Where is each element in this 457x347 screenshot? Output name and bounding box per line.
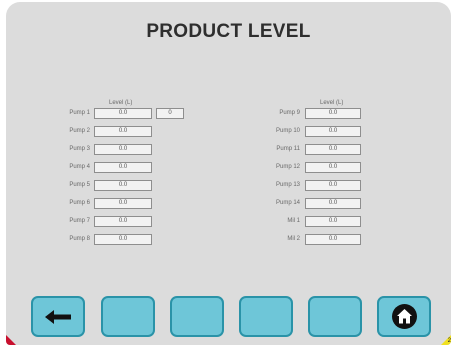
home-button[interactable]	[377, 296, 431, 337]
level-value-field[interactable]: 0.0	[94, 144, 152, 155]
level-value-field[interactable]: 0.0	[305, 144, 361, 155]
pump-label: Mil 2	[287, 236, 300, 242]
level-row: Pump 6	[40, 198, 90, 209]
level-row: Mil 2	[250, 234, 300, 245]
level-row: Pump 9	[250, 108, 300, 119]
pump-label: Pump 12	[275, 164, 300, 170]
level-row: Pump 10	[250, 126, 300, 137]
level-row: Mil 1	[250, 216, 300, 227]
level-extra-field[interactable]: 0	[156, 108, 184, 119]
level-value-field[interactable]: 0.0	[305, 162, 361, 173]
level-value-field[interactable]: 0.0	[94, 126, 152, 137]
level-value-field[interactable]: 0.0	[305, 180, 361, 191]
level-row: Pump 7	[40, 216, 90, 227]
page-indicator: 2	[447, 338, 451, 344]
pump-label: Pump 2	[69, 128, 90, 134]
blank-button-3[interactable]	[239, 296, 293, 337]
right-column-header: Level (L)	[320, 100, 344, 106]
level-row: Pump 4	[40, 162, 90, 173]
level-value-field[interactable]: 0.0	[305, 216, 361, 227]
pump-label: Pump 9	[279, 110, 300, 116]
pump-label: Pump 13	[275, 182, 300, 188]
pump-label: Pump 4	[69, 164, 90, 170]
level-row: Pump 1	[40, 108, 90, 119]
level-value-field[interactable]: 0.0	[94, 108, 152, 119]
bottom-nav-bar	[6, 287, 451, 345]
pump-label: Pump 11	[276, 146, 300, 152]
pump-label: Pump 8	[69, 236, 90, 242]
back-button[interactable]	[31, 296, 85, 337]
pump-label: Pump 10	[275, 128, 300, 134]
level-value-field[interactable]: 0.0	[94, 162, 152, 173]
left-column-header: Level (L)	[109, 100, 133, 106]
level-value-field[interactable]: 0.0	[305, 234, 361, 245]
level-value-field[interactable]: 0.0	[305, 126, 361, 137]
level-row: Pump 8	[40, 234, 90, 245]
level-row: Pump 3	[40, 144, 90, 155]
pump-label: Pump 7	[69, 218, 90, 224]
level-row: Pump 5	[40, 180, 90, 191]
pump-label: Mil 1	[287, 218, 300, 224]
arrow-left-icon	[45, 310, 71, 324]
pump-label: Pump 6	[69, 200, 90, 206]
blank-button-4[interactable]	[308, 296, 362, 337]
level-value-field[interactable]: 0.0	[94, 216, 152, 227]
level-value-field[interactable]: 0.0	[94, 198, 152, 209]
pump-label: Pump 14	[275, 200, 300, 206]
level-row: Pump 13	[250, 180, 300, 191]
page-title: PRODUCT LEVEL	[146, 21, 311, 42]
pump-label: Pump 5	[69, 182, 90, 188]
level-row: Pump 12	[250, 162, 300, 173]
pump-label: Pump 3	[69, 146, 90, 152]
pump-label: Pump 1	[69, 110, 90, 116]
level-row: Pump 11	[250, 144, 300, 155]
level-value-field[interactable]: 0.0	[305, 198, 361, 209]
hmi-screen: PRODUCT LEVEL Level (L) Pump 1 0.0 0 Pum…	[6, 2, 451, 345]
home-icon	[392, 304, 417, 329]
level-value-field[interactable]: 0.0	[305, 108, 361, 119]
level-value-field[interactable]: 0.0	[94, 180, 152, 191]
level-value-field[interactable]: 0.0	[94, 234, 152, 245]
status-corner-red	[6, 335, 16, 345]
level-row: Pump 14	[250, 198, 300, 209]
blank-button-1[interactable]	[101, 296, 155, 337]
level-row: Pump 2	[40, 126, 90, 137]
blank-button-2[interactable]	[170, 296, 224, 337]
